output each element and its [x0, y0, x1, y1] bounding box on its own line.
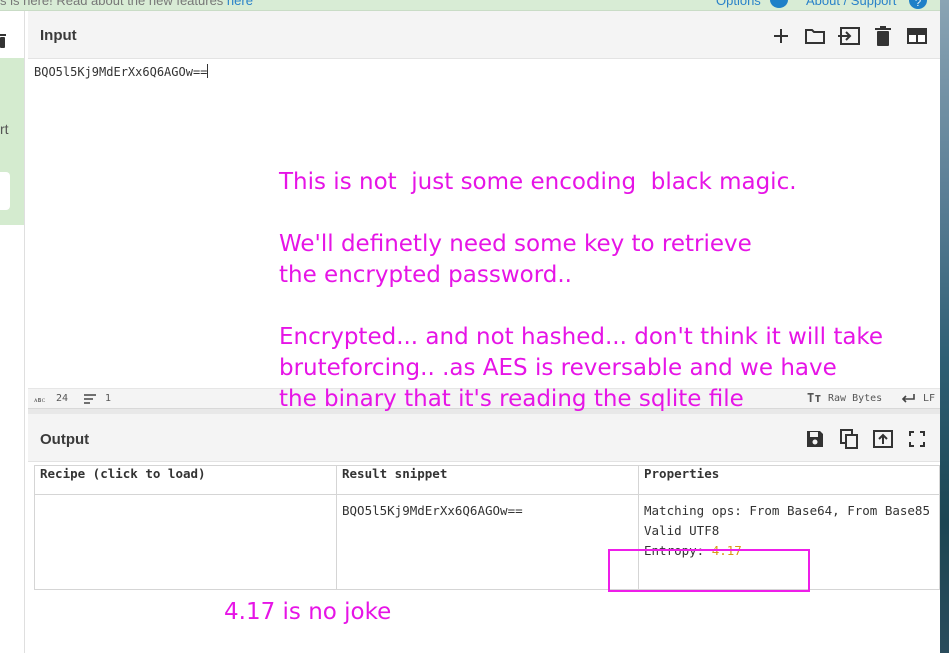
text-caret: [207, 64, 209, 78]
result-snippet-cell: BQO5l5Kj9MdErXx6Q6AGOw==: [336, 494, 639, 590]
notice-message: s is here! Read about the new features: [0, 0, 227, 8]
input-header: Input: [28, 11, 940, 59]
copy-icon[interactable]: [837, 427, 861, 451]
fullscreen-icon[interactable]: [905, 427, 929, 451]
partial-label: rt: [0, 121, 9, 137]
lines-icon: [84, 394, 96, 404]
output-header: Output: [28, 414, 940, 462]
annotation-entropy: 4.17 is no joke: [224, 599, 392, 625]
notice-text: s is here! Read about the new features h…: [0, 0, 253, 8]
save-icon[interactable]: [803, 427, 827, 451]
column-header: Result snippet: [336, 465, 639, 495]
annotation-main: This is not just some encoding black mag…: [279, 169, 884, 412]
bake-button-edge[interactable]: [0, 172, 10, 210]
valid-utf8: Valid UTF8: [644, 523, 720, 538]
import-icon[interactable]: [837, 24, 861, 48]
notice-link[interactable]: here: [227, 0, 253, 8]
entropy-highlight-box: [608, 549, 810, 592]
line-count: 1: [105, 393, 112, 404]
layout-icon[interactable]: [905, 24, 929, 48]
recipe-panel-edge: rt: [0, 11, 25, 653]
help-icon[interactable]: ?: [909, 0, 927, 9]
eol-selector[interactable]: LF: [923, 393, 935, 404]
input-title: Input: [40, 27, 77, 44]
input-value[interactable]: BQO5l5Kj9MdErXx6Q6AGOw==: [34, 65, 207, 79]
output-title: Output: [40, 431, 90, 448]
table-header-row: Recipe (click to load) Result snippet Pr…: [34, 465, 940, 495]
char-count: 24: [56, 393, 69, 404]
char-count-icon: ᴀʙᴄ: [34, 396, 46, 404]
options-link[interactable]: Options: [716, 0, 761, 8]
plus-icon[interactable]: [769, 24, 793, 48]
gear-icon[interactable]: [770, 0, 788, 8]
notice-bar: s is here! Read about the new features h…: [0, 0, 940, 11]
return-icon: [901, 394, 915, 403]
trash-icon[interactable]: [871, 24, 895, 48]
trash-icon[interactable]: [0, 29, 8, 53]
matching-ops: Matching ops: From Base64, From Base85: [644, 503, 930, 518]
folder-icon[interactable]: [803, 24, 827, 48]
column-header: Properties: [638, 465, 940, 495]
desktop-background-edge: [940, 0, 949, 653]
column-header: Recipe (click to load): [34, 465, 337, 495]
export-icon[interactable]: [871, 427, 895, 451]
recipe-cell[interactable]: [34, 494, 337, 590]
about-support-link[interactable]: About / Support: [806, 0, 896, 8]
